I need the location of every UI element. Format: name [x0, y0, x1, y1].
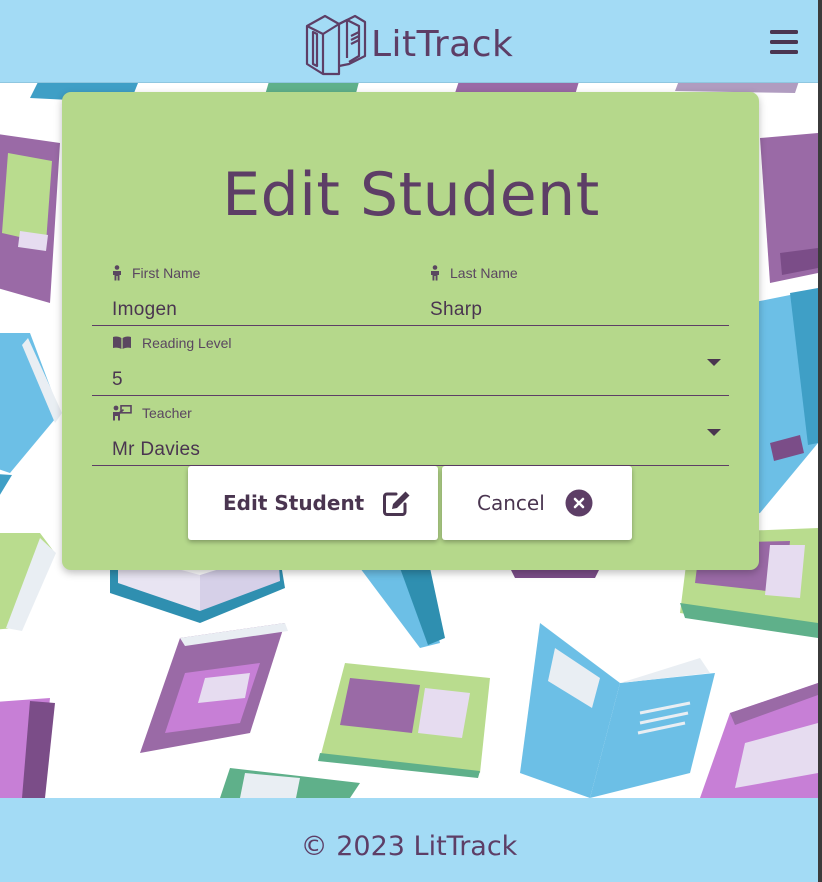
close-circle-icon	[565, 489, 593, 517]
page-title: Edit Student	[222, 160, 600, 230]
book-decoration	[360, 568, 445, 648]
first-name-label-row: First Name	[112, 265, 200, 281]
person-icon	[113, 265, 121, 281]
edit-student-button[interactable]: Edit Student	[188, 466, 438, 540]
book-icon	[113, 336, 131, 349]
last-name-label: Last Name	[450, 265, 518, 281]
window-edge	[818, 0, 822, 882]
app-footer: © 2023 LitTrack	[0, 798, 818, 882]
teacher-value: Mr Davies	[112, 439, 201, 460]
edit-icon	[383, 491, 410, 516]
teacher-label-row: Teacher	[112, 405, 192, 421]
last-name-input[interactable]: Sharp	[430, 299, 482, 321]
book-decoration	[0, 333, 62, 495]
reading-level-select[interactable]: Reading Level 5	[92, 325, 729, 396]
logo[interactable]: LitTrack	[303, 12, 513, 76]
copyright-text: © 2023 LitTrack	[300, 830, 518, 862]
menu-button[interactable]	[769, 28, 799, 56]
edit-student-button-label: Edit Student	[223, 491, 365, 515]
reading-level-value: 5	[112, 369, 123, 390]
book-decoration	[0, 698, 55, 798]
first-name-label: First Name	[132, 265, 201, 281]
book-decoration	[318, 663, 490, 778]
first-name-field[interactable]: First Name Imogen	[92, 255, 411, 326]
cancel-button-label: Cancel	[477, 491, 545, 515]
book-decoration	[220, 768, 360, 798]
book-decoration	[700, 683, 818, 798]
first-name-input[interactable]: Imogen	[112, 299, 177, 321]
reading-level-label: Reading Level	[142, 335, 232, 351]
teacher-icon	[113, 405, 132, 421]
teacher-select[interactable]: Teacher Mr Davies	[92, 395, 729, 466]
book-logo-icon	[305, 14, 367, 76]
person-icon	[431, 265, 439, 281]
book-decoration	[0, 533, 56, 631]
hamburger-menu-icon	[770, 30, 798, 54]
chevron-down-icon[interactable]	[707, 359, 721, 366]
app-header: LitTrack	[0, 0, 818, 83]
book-decoration	[140, 623, 288, 753]
cancel-button[interactable]: Cancel	[442, 466, 632, 540]
book-decoration	[520, 623, 715, 798]
last-name-label-row: Last Name	[430, 265, 518, 281]
last-name-field[interactable]: Last Name Sharp	[410, 255, 729, 326]
app-name: LitTrack	[371, 23, 514, 65]
reading-level-label-row: Reading Level	[112, 335, 232, 351]
teacher-label: Teacher	[142, 405, 192, 421]
chevron-down-icon[interactable]	[707, 429, 721, 436]
